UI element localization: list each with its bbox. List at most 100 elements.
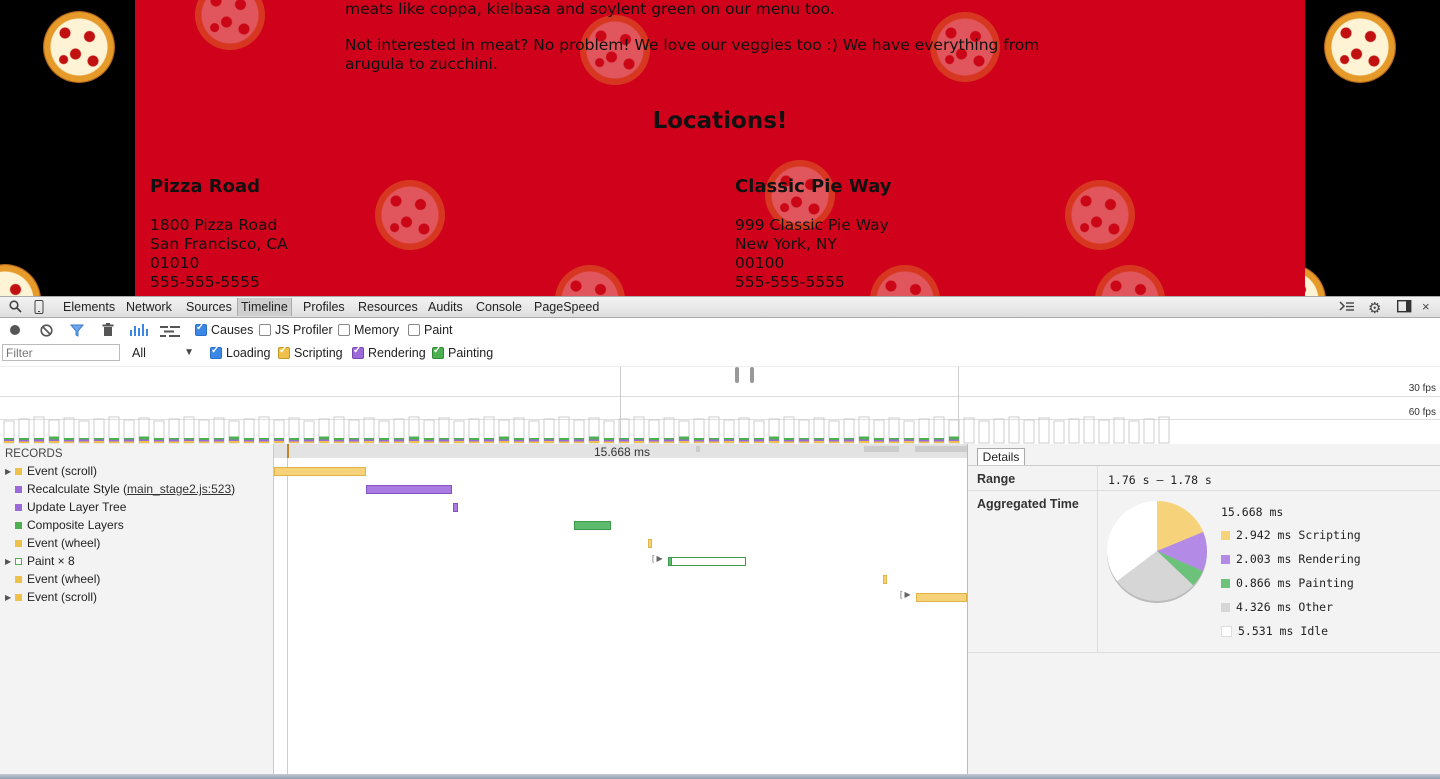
frame-bar-segment [274, 441, 284, 443]
cursor-line [287, 458, 288, 774]
loading-label: Loading [226, 346, 271, 360]
frame-bar-segment [484, 441, 494, 443]
filter-input[interactable] [2, 344, 120, 361]
tab-console[interactable]: Console [473, 300, 525, 314]
search-icon[interactable] [9, 300, 22, 316]
source-link[interactable]: main_stage2.js:523 [127, 482, 231, 496]
tab-network[interactable]: Network [123, 300, 175, 314]
tab-timeline[interactable]: Timeline [237, 298, 292, 316]
filter-select[interactable]: All ▼ [132, 346, 194, 360]
checkbox-box[interactable] [210, 345, 222, 359]
frame-bar-segment [4, 439, 14, 441]
paint-checkbox[interactable]: Paint [408, 323, 453, 337]
location-phone: 555-555-5555 [735, 273, 845, 291]
drawer-toggle-icon[interactable] [1339, 300, 1355, 316]
record-row[interactable]: Event (wheel) [5, 572, 100, 586]
frame-bar-segment [199, 440, 209, 442]
record-row[interactable]: ▶ Event (scroll) [5, 590, 97, 604]
tab-elements[interactable]: Elements [60, 300, 118, 314]
trash-icon[interactable] [102, 323, 114, 340]
timeline-records-area[interactable]: [ ▶ [ ▶ [274, 458, 967, 774]
recalc-style-bar[interactable] [366, 485, 452, 494]
memory-checkbox[interactable]: Memory [338, 323, 399, 337]
record-row[interactable]: ▶ Paint × 8 [5, 554, 75, 568]
gear-icon[interactable]: ⚙ [1368, 299, 1381, 317]
checkbox-box[interactable] [259, 324, 271, 336]
checkbox-box[interactable] [195, 322, 207, 336]
update-layer-bar[interactable] [453, 503, 458, 512]
causes-label: Causes [211, 323, 254, 337]
frame-bar-segment [484, 438, 494, 440]
frame-bar-segment [919, 440, 929, 442]
checkbox-box[interactable] [278, 345, 290, 359]
checkbox-box[interactable] [338, 324, 350, 336]
frame-bar-segment [19, 441, 29, 443]
causes-checkbox[interactable]: Causes [195, 322, 254, 337]
page-content: meats like coppa, kielbasa and soylent g… [135, 0, 1305, 296]
frame-bar-segment [439, 439, 449, 442]
event-bar[interactable] [274, 467, 366, 476]
frame-bar-segment [784, 441, 794, 443]
frame-bar-segment [19, 438, 29, 440]
frames-overview[interactable]: 30 fps 60 fps [0, 366, 1440, 445]
frame-bar [1038, 417, 1050, 444]
checkbox-box[interactable] [408, 324, 420, 336]
record-row[interactable]: Update Layer Tree [5, 500, 126, 514]
frame-bar-segment [364, 439, 374, 441]
record-label: Event (wheel) [27, 536, 101, 550]
expand-arrow-icon[interactable]: ▶ [5, 593, 15, 602]
painting-checkbox[interactable]: Painting [432, 345, 493, 360]
event-bar[interactable] [883, 575, 887, 584]
frame-bar [1068, 418, 1080, 444]
filter-icon[interactable] [69, 324, 85, 340]
frame-bar-segment [214, 439, 224, 442]
tab-resources[interactable]: Resources [355, 300, 421, 314]
checkbox-box[interactable] [432, 345, 444, 359]
ruler-segment [915, 446, 968, 452]
tab-audits[interactable]: Audits [425, 300, 466, 314]
frame-bar [993, 418, 1005, 444]
record-icon[interactable] [9, 324, 21, 339]
record-row[interactable]: ▶ Event (scroll) [5, 464, 97, 478]
paint-bar[interactable] [668, 557, 746, 566]
tab-details[interactable]: Details [977, 448, 1025, 465]
filter-select-value: All [132, 346, 146, 360]
expand-arrow-icon[interactable]: ▶ [5, 467, 15, 476]
frame-bar-segment [934, 439, 944, 442]
legend-name: Painting [1298, 576, 1354, 590]
frame-bar-segment [559, 440, 569, 442]
tab-pagespeed[interactable]: PageSpeed [531, 300, 602, 314]
expand-arrow-icon[interactable]: [ ▶ [900, 590, 911, 599]
waterfall-icon[interactable] [160, 325, 180, 340]
frame-bar-segment [919, 438, 929, 440]
frame-bar-segment [379, 440, 389, 442]
record-row[interactable]: Recalculate Style (main_stage2.js:523) [5, 482, 235, 496]
clear-icon[interactable] [40, 324, 53, 340]
record-row[interactable]: Event (wheel) [5, 536, 100, 550]
tab-sources[interactable]: Sources [183, 300, 235, 314]
dock-side-icon[interactable] [1396, 299, 1412, 316]
device-mode-icon[interactable] [34, 300, 44, 317]
pizza-background [555, 265, 625, 296]
frame-bar-segment [649, 441, 659, 443]
composite-bar[interactable] [574, 521, 611, 530]
record-label: Recalculate Style ( [27, 482, 128, 496]
rendering-checkbox[interactable]: Rendering [352, 345, 426, 360]
event-bar[interactable] [648, 539, 652, 548]
expand-arrow-icon[interactable]: [ ▶ [652, 554, 663, 563]
scripting-checkbox[interactable]: Scripting [278, 345, 343, 360]
flame-chart-icon[interactable] [130, 324, 148, 339]
expand-arrow-icon[interactable]: ▶ [5, 557, 15, 566]
close-icon[interactable]: × [1422, 299, 1430, 314]
loading-checkbox[interactable]: Loading [210, 345, 271, 360]
tab-profiles[interactable]: Profiles [300, 300, 348, 314]
panel-splitter[interactable] [967, 444, 968, 774]
frame-bar-segment [469, 438, 479, 440]
js-profiler-checkbox[interactable]: JS Profiler [259, 323, 333, 337]
memory-label: Memory [354, 323, 400, 337]
checkbox-box[interactable] [352, 345, 364, 359]
frame-bar [1158, 416, 1170, 444]
frame-bar-segment [574, 441, 584, 443]
record-row[interactable]: Composite Layers [5, 518, 124, 532]
event-bar[interactable] [916, 593, 967, 602]
